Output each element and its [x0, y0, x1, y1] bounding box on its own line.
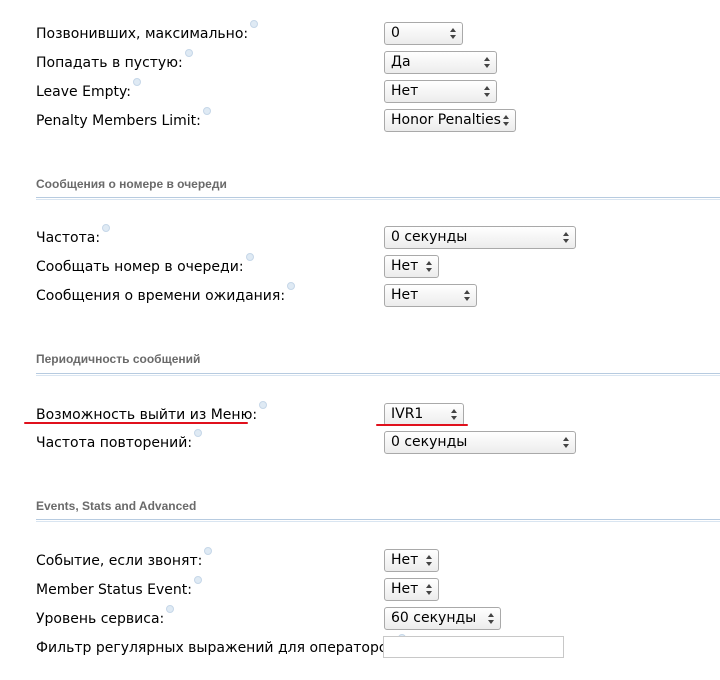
join-empty-select[interactable]: Да [384, 51, 497, 74]
help-icon[interactable] [166, 605, 175, 613]
repeat-frequency-label: Частота повторений: [36, 435, 193, 451]
ivr-break-out-select[interactable]: IVR1 [384, 403, 464, 426]
red-underline-annotation [376, 424, 468, 426]
repeat-frequency-select[interactable]: 0 секунды [384, 431, 576, 454]
help-icon[interactable] [193, 576, 202, 584]
repeat-frequency-row: Частота повторений: 0 секунды [0, 429, 720, 457]
updown-arrow-icon [563, 230, 570, 245]
announce-holdtime-select[interactable]: Нет [384, 284, 477, 307]
callers-max-row: Позвонивших, максимально: 0 [0, 20, 720, 48]
help-icon[interactable] [132, 78, 141, 86]
agent-regex-filter-label: Фильтр регулярных выражений для оператор… [36, 640, 396, 656]
announce-position-value: Нет [391, 258, 419, 274]
ivr-break-out-label: Возможность выйти из Меню: [36, 407, 258, 423]
join-empty-label: Попадать в пустую: [36, 55, 183, 71]
announce-holdtime-value: Нет [391, 287, 419, 303]
red-underline-annotation [24, 422, 248, 424]
section-divider [36, 519, 720, 522]
section-divider [36, 373, 720, 376]
announce-frequency-select[interactable]: 0 секунды [384, 226, 576, 249]
updown-arrow-icon [464, 288, 471, 303]
service-level-value: 60 секунды [391, 610, 477, 626]
service-level-select[interactable]: 60 секунды [384, 607, 501, 630]
event-when-called-value: Нет [391, 552, 419, 568]
leave-empty-label: Leave Empty: [36, 84, 131, 100]
member-status-event-select[interactable]: Нет [384, 578, 439, 601]
leave-empty-row: Leave Empty: Нет [0, 78, 720, 106]
section-divider [36, 197, 720, 200]
announce-holdtime-row: Сообщения о времени ожидания: Нет [0, 282, 720, 310]
help-icon[interactable] [194, 429, 203, 437]
section-title-periodic-announcements: Периодичность сообщений [36, 352, 201, 366]
announce-position-row: Сообщать номер в очереди: Нет [0, 253, 720, 281]
updown-arrow-icon [450, 26, 457, 41]
updown-arrow-icon [426, 582, 433, 597]
penalty-members-limit-value: Honor Penalties [391, 112, 501, 128]
callers-max-value: 0 [391, 25, 400, 41]
ivr-break-out-row: Возможность выйти из Меню: IVR1 [0, 401, 720, 429]
service-level-row: Уровень сервиса: 60 секунды [0, 605, 720, 633]
leave-empty-value: Нет [391, 83, 419, 99]
agent-regex-filter-input[interactable] [383, 636, 564, 658]
callers-max-select[interactable]: 0 [384, 22, 463, 45]
member-status-event-value: Нет [391, 581, 419, 597]
section-title-position-announcements: Сообщения о номере в очереди [36, 177, 227, 191]
ivr-break-out-value: IVR1 [391, 406, 424, 422]
updown-arrow-icon [426, 259, 433, 274]
announce-holdtime-label: Сообщения о времени ожидания: [36, 288, 286, 304]
agent-regex-filter-row: Фильтр регулярных выражений для оператор… [0, 634, 720, 662]
leave-empty-select[interactable]: Нет [384, 80, 497, 103]
event-when-called-row: Событие, если звонят: Нет [0, 547, 720, 575]
penalty-members-limit-label: Penalty Members Limit: [36, 113, 201, 129]
penalty-members-limit-row: Penalty Members Limit: Honor Penalties [0, 107, 720, 135]
help-icon[interactable] [102, 224, 111, 232]
updown-arrow-icon [563, 435, 570, 450]
announce-frequency-label: Частота: [36, 230, 101, 246]
help-icon[interactable] [259, 401, 268, 409]
updown-arrow-icon [503, 113, 510, 128]
join-empty-value: Да [391, 54, 411, 70]
updown-arrow-icon [451, 407, 458, 422]
announce-frequency-value: 0 секунды [391, 229, 468, 245]
help-icon[interactable] [202, 107, 211, 115]
callers-max-label: Позвонивших, максимально: [36, 26, 249, 42]
updown-arrow-icon [426, 553, 433, 568]
help-icon[interactable] [245, 253, 254, 261]
updown-arrow-icon [488, 611, 495, 626]
announce-position-label: Сообщать номер в очереди: [36, 259, 244, 275]
join-empty-row: Попадать в пустую: Да [0, 49, 720, 77]
help-icon[interactable] [184, 49, 193, 57]
service-level-label: Уровень сервиса: [36, 611, 165, 627]
help-icon[interactable] [250, 20, 259, 28]
updown-arrow-icon [484, 55, 491, 70]
updown-arrow-icon [484, 84, 491, 99]
help-icon[interactable] [287, 282, 296, 290]
member-status-event-row: Member Status Event: Нет [0, 576, 720, 604]
announce-position-select[interactable]: Нет [384, 255, 439, 278]
section-title-advanced: Events, Stats and Advanced [36, 499, 197, 513]
member-status-event-label: Member Status Event: [36, 582, 192, 598]
repeat-frequency-value: 0 секунды [391, 434, 468, 450]
announce-frequency-row: Частота: 0 секунды [0, 224, 720, 252]
help-icon[interactable] [204, 547, 213, 555]
event-when-called-select[interactable]: Нет [384, 549, 439, 572]
event-when-called-label: Событие, если звонят: [36, 553, 203, 569]
penalty-members-limit-select[interactable]: Honor Penalties [384, 109, 516, 132]
